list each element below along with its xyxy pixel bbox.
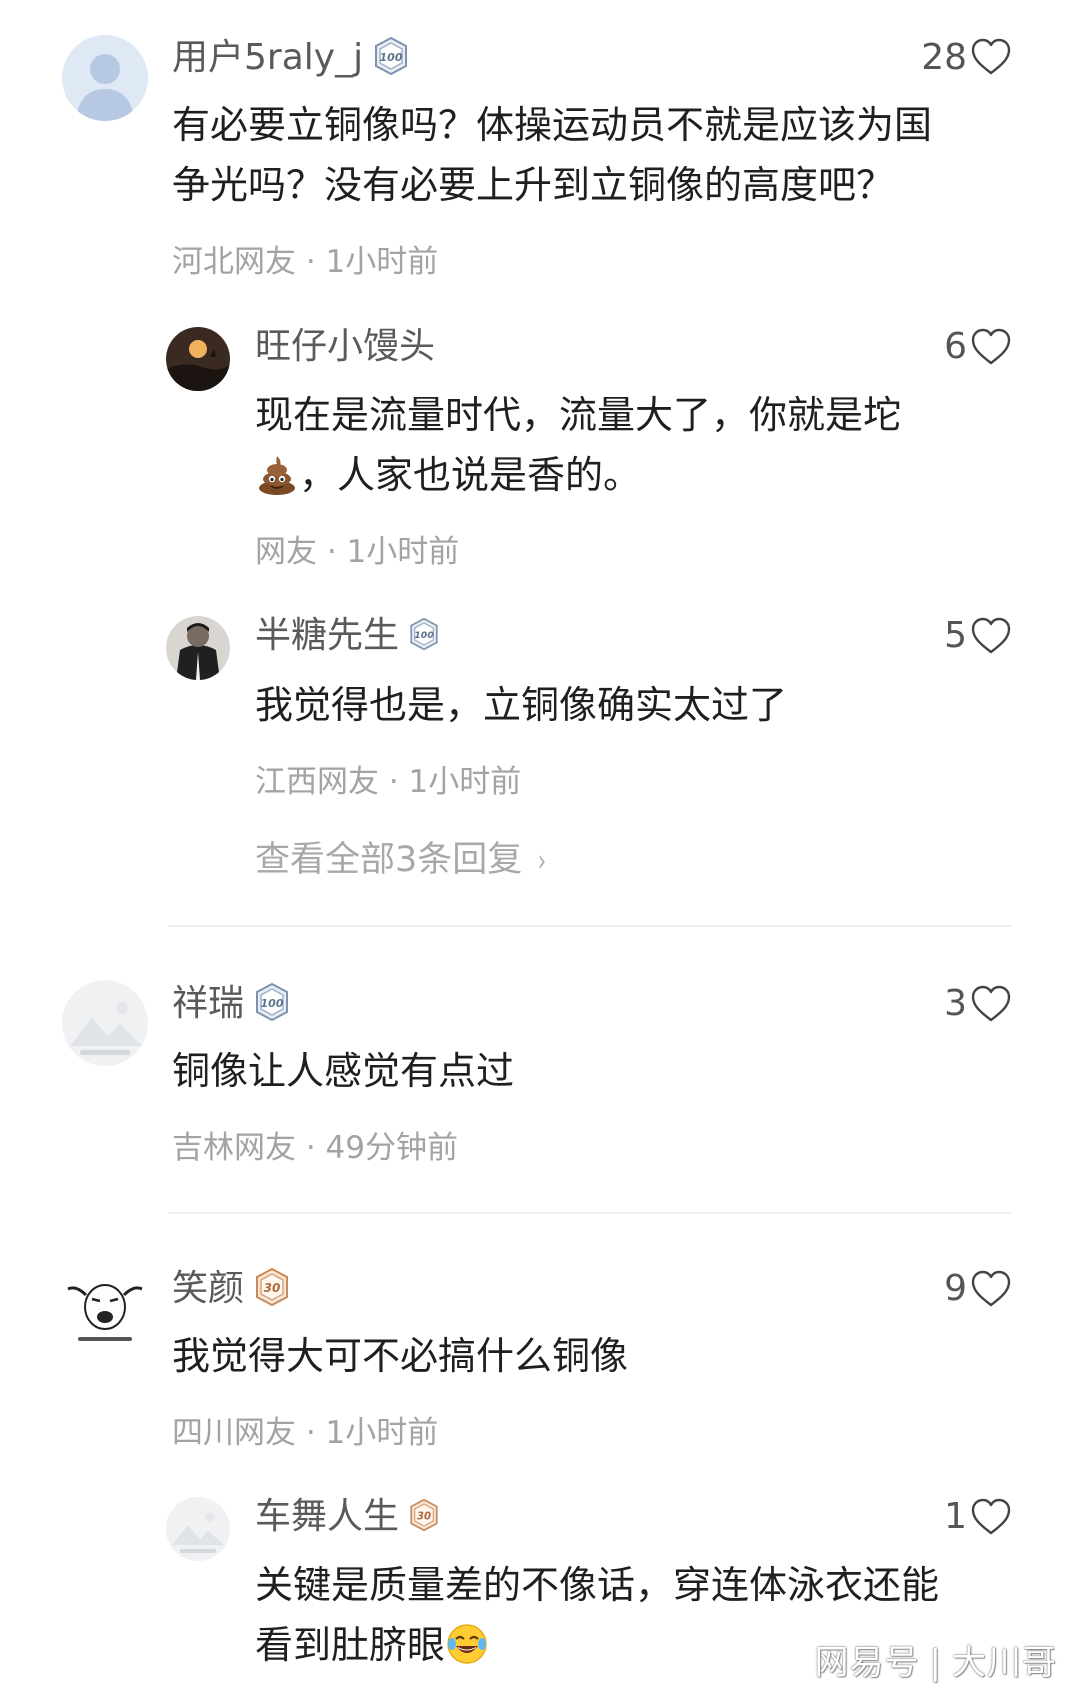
comment-line: 现在是流量时代，流量大了，你就是坨 [255, 393, 902, 437]
username[interactable]: 用户5raly_j 100 [172, 36, 411, 80]
like-count: 3 [944, 983, 967, 1024]
divider [168, 925, 1011, 927]
laughing-tears-emoji [445, 1622, 489, 1666]
svg-text:100: 100 [261, 997, 284, 1010]
heart-outline-icon[interactable] [971, 1498, 1011, 1536]
comment-text: 铜像让人感觉有点过 [172, 1041, 514, 1101]
avatar[interactable] [166, 1497, 230, 1561]
comment-page: { "comments": [ { "user": "用户5raly_j", "… [0, 0, 1079, 1694]
username-text[interactable]: 用户5raly_j [172, 37, 363, 78]
comment-line: 我觉得大可不必搞什么铜像 [172, 1334, 629, 1378]
avatar[interactable] [166, 616, 230, 680]
comment-meta: 四川网友 · 1小时前 [172, 1415, 439, 1451]
heart-outline-icon[interactable] [971, 985, 1011, 1023]
username-text[interactable]: 旺仔小馒头 [255, 326, 435, 367]
comment-line: 我觉得也是，立铜像确实太过了 [255, 683, 788, 727]
svg-text:30: 30 [264, 1281, 281, 1295]
username-text[interactable]: 半糖先生 [255, 615, 399, 656]
view-all-replies-text[interactable]: 查看全部3条回复 [255, 840, 522, 880]
watermark: 网易号 | 大川哥 [815, 1635, 1057, 1684]
like-count: 1 [944, 1496, 967, 1537]
like-count: 9 [944, 1268, 967, 1309]
watermark-source: 网易号 [814, 1643, 920, 1683]
comment-line: 关键是质量差的不像话，穿连体泳衣还能 [255, 1563, 940, 1607]
comment-meta: 网友 · 1小时前 [255, 534, 460, 570]
avatar[interactable] [166, 327, 230, 391]
heart-outline-icon[interactable] [971, 328, 1011, 366]
comment-line: 铜像让人感觉有点过 [172, 1049, 515, 1093]
comment-line: 争光吗？没有必要上升到立铜像的高度吧？ [172, 163, 895, 207]
username[interactable]: 旺仔小馒头 [255, 325, 435, 369]
comment-line: ，人家也说是香的。 [255, 445, 901, 505]
watermark-author: 大川哥 [952, 1643, 1057, 1683]
heart-outline-icon[interactable] [971, 38, 1011, 76]
chevron-right-icon: › [538, 844, 547, 879]
watermark-separator: | [929, 1643, 942, 1683]
svg-text:30: 30 [417, 1511, 431, 1522]
heart-outline-icon[interactable] [971, 617, 1011, 655]
svg-text:100: 100 [380, 51, 403, 64]
level-badge-icon: 100 [371, 36, 411, 76]
username-text[interactable]: 笑颜 [172, 1268, 244, 1309]
view-all-replies-link[interactable]: 查看全部3条回复 › [255, 838, 548, 884]
heart-outline-icon[interactable] [971, 1270, 1011, 1308]
poop-emoji [255, 452, 299, 496]
avatar[interactable] [62, 35, 148, 121]
level-badge-icon: 30 [407, 1498, 441, 1532]
like-count: 5 [944, 615, 967, 656]
comment-line-text: 看到肚脐眼 [255, 1623, 446, 1667]
divider [168, 1212, 1011, 1214]
comment-text: 我觉得大可不必搞什么铜像 [172, 1326, 628, 1386]
username-text[interactable]: 车舞人生 [255, 1496, 399, 1537]
comment-meta: 吉林网友 · 49分钟前 [172, 1130, 459, 1166]
like-count: 28 [921, 37, 967, 78]
level-badge-icon: 100 [407, 617, 441, 651]
like-count: 6 [944, 326, 967, 367]
level-badge-icon: 100 [252, 982, 292, 1022]
comment-text: 有必要立铜像吗？体操运动员不就是应该为国 争光吗？没有必要上升到立铜像的高度吧？ [172, 95, 932, 215]
comment-line-text: ，人家也说是香的。 [299, 453, 642, 497]
username[interactable]: 笑颜 30 [172, 1267, 292, 1311]
username[interactable]: 半糖先生 100 [255, 614, 441, 658]
comment-meta: 河北网友 · 1小时前 [172, 244, 439, 280]
username[interactable]: 车舞人生 30 [255, 1495, 441, 1539]
comment-text: 现在是流量时代，流量大了，你就是坨 ，人家也说是香的。 [255, 385, 901, 505]
comment-text: 我觉得也是，立铜像确实太过了 [255, 675, 787, 735]
username[interactable]: 祥瑞 100 [172, 982, 292, 1026]
avatar[interactable] [62, 980, 148, 1066]
svg-text:100: 100 [414, 630, 434, 641]
avatar[interactable] [62, 1265, 148, 1351]
username-text[interactable]: 祥瑞 [172, 983, 244, 1024]
comment-line: 有必要立铜像吗？体操运动员不就是应该为国 [172, 103, 933, 147]
level-badge-icon: 30 [252, 1267, 292, 1307]
comment-meta: 江西网友 · 1小时前 [255, 764, 522, 800]
